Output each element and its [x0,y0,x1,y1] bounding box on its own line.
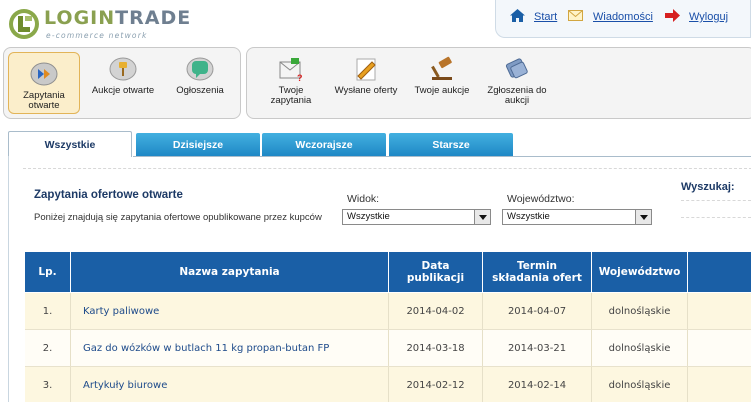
toolbar-open-auctions-label: Aukcje otwarte [91,85,155,96]
row-name-link[interactable]: Gaz do wózków w butlach 11 kg propan-but… [71,330,389,366]
row-lp: 3. [25,367,71,402]
toolbar-announcements[interactable]: Ogłoszenia [166,48,234,118]
view-filter-label: Widok: [347,193,380,205]
brand-tagline: e-commerce network [46,31,148,40]
toolbar-group-mine: ? Twoje zapytania Wysłane oferty Twoje a… [246,47,751,119]
messages-link[interactable]: Wiadomości [593,11,653,23]
table-row[interactable]: 3. Artykuły biurowe 2014-02-12 2014-02-1… [25,367,751,402]
tab-older[interactable]: Starsze [389,133,513,157]
sent-offers-icon [356,58,376,81]
tabs-bar: Wszystkie Dzisiejsze Wczorajsze Starsze [0,131,751,157]
toolbar-my-requests[interactable]: ? Twoje zapytania [261,48,321,118]
top-navigation: Start Wiadomości Wyloguj [495,0,751,38]
region-filter-value: Wszystkie [507,211,550,222]
column-header-lp[interactable]: Lp. [25,252,71,292]
search-input[interactable] [681,200,751,218]
row-published: 2014-04-02 [389,293,483,329]
row-lp: 1. [25,293,71,329]
chevron-down-icon [635,210,651,224]
tab-yesterday[interactable]: Wczorajsze [262,133,386,157]
logout-arrow-icon[interactable] [665,9,680,22]
toolbar-group-browse: Zapytania otwarte Aukcje otwarte Ogłosze… [3,47,241,119]
toolbar-open-auctions[interactable]: Aukcje otwarte [84,48,162,118]
auction-applications-icon [505,58,528,79]
view-filter-value: Wszystkie [347,211,390,222]
row-name-link[interactable]: Karty paliwowe [71,293,389,329]
home-icon[interactable] [510,9,525,22]
logo[interactable]: LOGINTRADE e-commerce network [6,6,236,40]
search-label: Wyszukaj: [681,181,735,193]
row-deadline: 2014-03-21 [483,330,592,366]
column-header-region[interactable]: Województwo [592,252,688,292]
region-filter-label: Województwo: [507,193,575,205]
my-auctions-icon [431,56,452,80]
svg-text:?: ? [297,73,303,82]
logout-link[interactable]: Wyloguj [689,11,728,23]
tab-today[interactable]: Dzisiejsze [136,133,260,157]
column-header-name[interactable]: Nazwa zapytania [71,252,389,292]
row-published: 2014-03-18 [389,330,483,366]
region-filter-select[interactable]: Wszystkie [502,209,652,225]
panel-top-rule [23,168,751,172]
tab-all[interactable]: Wszystkie [8,131,132,157]
table-row[interactable]: 2. Gaz do wózków w butlach 11 kg propan-… [25,330,751,366]
brand-name: LOGINTRADE [44,7,192,29]
logo-mark-icon [9,9,39,39]
toolbar-open-requests-label: Zapytania otwarte [23,90,65,111]
toolbar-auction-applications[interactable]: Zgłoszenia do aukcji [479,48,555,118]
toolbar-my-requests-label: Twoje zapytania [270,85,312,106]
toolbar-auction-applications-label: Zgłoszenia do aukcji [487,85,547,106]
mail-icon[interactable] [568,9,583,22]
column-header-actions [688,252,751,292]
toolbar-announcements-label: Ogłoszenia [176,85,224,96]
view-filter-select[interactable]: Wszystkie [342,209,491,225]
announcements-icon [186,57,214,81]
start-link[interactable]: Start [534,11,557,23]
table-row[interactable]: 1. Karty paliwowe 2014-04-02 2014-04-07 … [25,293,751,329]
toolbar-open-requests[interactable]: Zapytania otwarte [8,52,80,114]
toolbar-my-auctions[interactable]: Twoje aukcje [411,48,473,118]
panel-title: Zapytania ofertowe otwarte [34,189,183,201]
my-requests-icon: ? [279,58,303,82]
toolbar-sent-offers[interactable]: Wysłane oferty [331,48,401,118]
open-auctions-icon [109,57,137,81]
toolbar-my-auctions-label: Twoje aukcje [414,85,470,96]
row-region: dolnośląskie [592,293,688,329]
row-region: dolnośląskie [592,330,688,366]
row-region: dolnośląskie [592,367,688,402]
panel-description: Poniżej znajdują się zapytania ofertowe … [34,212,322,223]
row-deadline: 2014-02-14 [483,367,592,402]
row-name-link[interactable]: Artykuły biurowe [71,367,389,402]
row-lp: 2. [25,330,71,366]
column-header-deadline[interactable]: Termin składania ofert [483,252,592,292]
column-header-published[interactable]: Data publikacji [389,252,483,292]
open-requests-icon [30,62,58,86]
chevron-down-icon [474,210,490,224]
row-deadline: 2014-04-07 [483,293,592,329]
row-published: 2014-02-12 [389,367,483,402]
toolbar-sent-offers-label: Wysłane oferty [334,85,398,96]
